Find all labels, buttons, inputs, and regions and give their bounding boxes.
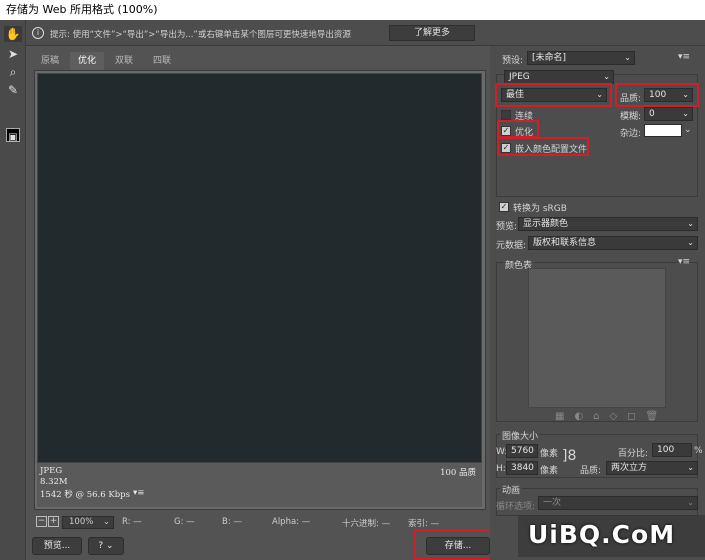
chevron-down-icon: ⌄ — [682, 109, 689, 118]
preset-select[interactable]: [未命名] ⌄ — [527, 51, 635, 65]
resample-quality-select[interactable]: 两次立方 ⌄ — [606, 461, 698, 475]
resample-quality-value: 两次立方 — [611, 463, 648, 473]
blur-label: 模糊: — [620, 112, 642, 122]
link-icon[interactable]: ]8 — [562, 448, 576, 464]
animation-title: 动画 — [500, 483, 523, 496]
metadata-value: 版权和联系信息 — [533, 238, 597, 248]
optimized-highlight — [497, 120, 539, 138]
blur-input[interactable]: 0 ⌄ — [644, 107, 693, 121]
preview-info: JPEG 8.32M 1542 秒 @ 56.6 Kbps ▾≡ 100 品质 — [37, 463, 482, 507]
color-table-icons: ▦◐⌂◇◻🗑 — [555, 411, 669, 422]
blur-value: 0 — [649, 109, 655, 119]
download-rate-menu-icon[interactable]: ▾≡ — [133, 488, 144, 498]
tool-bar: ✋ ➤ ⌕ ✎ ▣ — [0, 20, 26, 560]
toggle-slices-icon[interactable]: ▣ — [4, 130, 22, 146]
progressive-checkbox[interactable] — [501, 110, 511, 120]
chevron-down-icon: ⌄ — [603, 72, 610, 81]
embed-profile-highlight — [497, 137, 589, 156]
chevron-down-icon: ⌄ — [624, 53, 631, 62]
info-icon: i — [32, 27, 44, 39]
color-table-menu-icon[interactable]: ▾≡ — [678, 257, 690, 267]
hint-bar: i 提示: 使用“文件”>“导出”>“导出为...”或右键单击某个图层可更快速地… — [26, 20, 705, 46]
resample-quality-label: 品质: — [580, 466, 602, 476]
chevron-down-icon: ⌄ — [102, 517, 110, 527]
status-g: G: — — [174, 517, 195, 527]
preview-quality: 100 品质 — [440, 468, 476, 478]
loop-options-label: 循环选项: — [496, 502, 536, 512]
preview-in-browser-button[interactable]: 预览... — [32, 537, 82, 555]
zoom-in-icon[interactable]: + — [48, 516, 59, 527]
chevron-down-icon: ⌄ — [687, 219, 694, 228]
status-r: R: — — [122, 517, 142, 527]
preview-format: JPEG — [40, 466, 63, 476]
width-unit: 像素 — [540, 449, 559, 459]
quality-preset-highlight — [495, 83, 612, 107]
zoom-out-icon[interactable]: − — [36, 516, 47, 527]
status-b: B: — — [222, 517, 242, 527]
height-unit: 像素 — [540, 466, 559, 476]
matte-color-swatch[interactable] — [644, 124, 682, 137]
save-highlight — [414, 529, 502, 560]
convert-srgb-checkbox[interactable]: ✓ — [499, 202, 509, 212]
preview-download-time: 1542 秒 @ 56.6 Kbps — [40, 490, 130, 500]
width-input[interactable]: 5760 — [506, 444, 538, 458]
settings-menu-icon[interactable]: ▾≡ — [678, 52, 690, 62]
preview-file-size: 8.32M — [40, 477, 68, 487]
hand-tool-icon[interactable]: ✋ — [4, 26, 22, 42]
zoom-tool-icon[interactable]: ⌕ — [4, 64, 22, 80]
format-select[interactable]: JPEG ⌄ — [504, 70, 614, 84]
zoom-select[interactable]: 100% ⌄ — [62, 516, 114, 529]
tab-2-up[interactable]: 双联 — [108, 52, 140, 70]
preset-label: 预设: — [502, 56, 524, 66]
chevron-down-icon[interactable]: ⌄ — [684, 125, 692, 135]
preview-image[interactable] — [37, 73, 482, 463]
help-icon: ? — [98, 541, 104, 551]
percent-input[interactable]: 100 — [652, 443, 692, 457]
chevron-down-icon: ⌄ — [687, 238, 694, 247]
watermark-logo: UiBQ.CoM — [528, 520, 676, 549]
preset-value: [未命名] — [532, 53, 567, 63]
slice-select-tool-icon[interactable]: ➤ — [4, 46, 22, 62]
hint-text: 提示: 使用“文件”>“导出”>“导出为...”或右键单击某个图层可更快速地导出… — [50, 30, 351, 40]
status-hex: 十六进制: — — [342, 519, 391, 529]
eyedropper-tool-icon[interactable]: ✎ — [4, 82, 22, 98]
loop-options-value: 一次 — [543, 498, 562, 508]
image-size-title: 图像大小 — [500, 429, 541, 442]
tab-optimized[interactable]: 优化 — [70, 52, 104, 70]
tab-4-up[interactable]: 四联 — [144, 52, 180, 70]
preview-color-select[interactable]: 显示器颜色 ⌄ — [518, 217, 698, 231]
chevron-down-icon: ⌄ — [687, 463, 694, 472]
percent-label: 百分比: — [618, 449, 649, 459]
preview-label: 预览: — [496, 222, 518, 232]
tab-original[interactable]: 原稿 — [34, 52, 66, 70]
preview-color-value: 显示器颜色 — [523, 219, 569, 229]
quality-highlight — [615, 83, 699, 107]
browser-select-button[interactable]: ? ⌄ — [88, 537, 124, 555]
status-index: 索引: — — [408, 519, 440, 529]
height-input[interactable]: 3840 — [506, 461, 538, 475]
color-table[interactable] — [528, 268, 666, 408]
format-value: JPEG — [509, 72, 530, 82]
metadata-label: 元数据: — [496, 241, 527, 251]
height-label: H: — [496, 464, 506, 474]
zoom-value: 100% — [69, 517, 94, 527]
status-alpha: Alpha: — — [272, 517, 311, 527]
window-title: 存储为 Web 所用格式 (100%) — [0, 0, 705, 20]
learn-more-button[interactable]: 了解更多 — [389, 25, 475, 41]
chevron-down-icon: ⌄ — [687, 498, 694, 507]
matte-label: 杂边: — [620, 129, 642, 139]
loop-options-select[interactable]: 一次 ⌄ — [538, 496, 698, 510]
percent-unit: % — [694, 446, 703, 456]
metadata-select[interactable]: 版权和联系信息 ⌄ — [528, 236, 698, 250]
convert-srgb-label: 转换为 sRGB — [513, 204, 567, 214]
